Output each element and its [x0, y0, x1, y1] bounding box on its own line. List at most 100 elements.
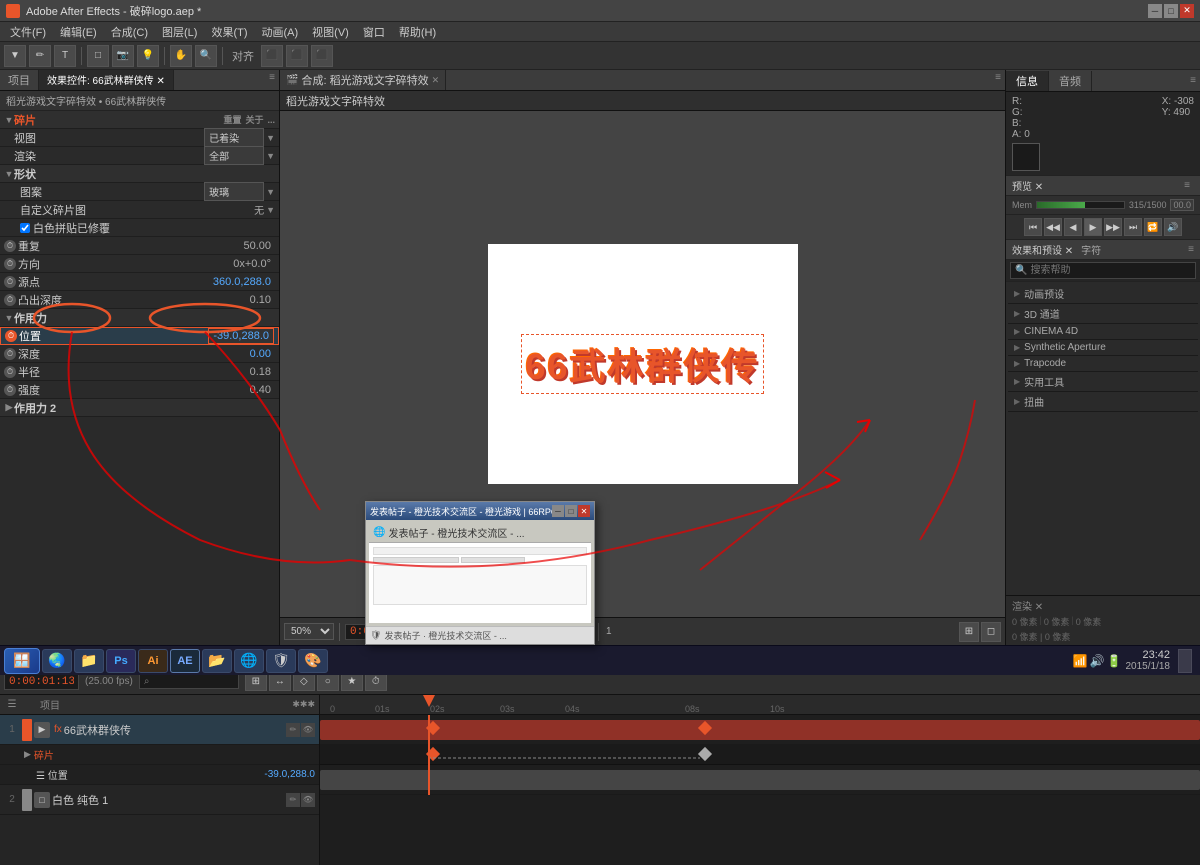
menu-anim[interactable]: 动画(A)	[256, 22, 305, 42]
prop-white-tile[interactable]: 白色拼贴已修覆	[0, 219, 279, 237]
prop-force2-header[interactable]: ▶ 作用力 2	[0, 399, 279, 417]
tab-effect-controls[interactable]: 效果控件: 66武林群侠传 ✕	[39, 70, 174, 90]
menu-comp[interactable]: 合成(C)	[105, 22, 154, 42]
tab-audio[interactable]: 音频	[1049, 71, 1092, 91]
prev-back-frame[interactable]: ◀◀	[1044, 218, 1062, 236]
tl-btn-4[interactable]: ○	[317, 673, 339, 691]
layer2-edit[interactable]: ✏	[286, 793, 300, 807]
menu-help[interactable]: 帮助(H)	[393, 22, 442, 42]
popup-close[interactable]: ✕	[578, 505, 590, 517]
info-menu[interactable]: ≡	[1186, 73, 1200, 88]
effect-cinema4d[interactable]: ▶ CINEMA 4D	[1008, 324, 1198, 340]
prev-last[interactable]: ⏭	[1124, 218, 1142, 236]
layer1-visible[interactable]: 👁	[301, 723, 315, 737]
prev-play[interactable]: ▶	[1084, 218, 1102, 236]
prop-strength[interactable]: ⏱ 强度 0.40	[0, 381, 279, 399]
layer-row-1[interactable]: 1 ▶ fx 66武林群侠传 ✏ 👁	[0, 715, 319, 745]
layer1-solo[interactable]: ✏	[286, 723, 300, 737]
tab-info[interactable]: 信息	[1006, 71, 1049, 91]
track-bar-2[interactable]	[320, 770, 1200, 790]
taskbar-explorer[interactable]: 📁	[74, 649, 104, 673]
show-desktop[interactable]	[1178, 649, 1192, 673]
effect-3d-channel[interactable]: ▶ 3D 通道	[1008, 304, 1198, 324]
effects-search-input[interactable]	[1027, 264, 1191, 277]
taskbar-folder[interactable]: 📂	[202, 649, 232, 673]
prev-forward[interactable]: ▶▶	[1104, 218, 1122, 236]
effect-utility[interactable]: ▶ 实用工具	[1008, 372, 1198, 392]
taskbar-360[interactable]: 🛡	[266, 649, 296, 673]
prop-direction[interactable]: ⏱ 方向 0x+0.0°	[0, 255, 279, 273]
tool-hand[interactable]: ✋	[170, 45, 192, 67]
prop-origin[interactable]: ⏱ 源点 360.0,288.0	[0, 273, 279, 291]
view-btn[interactable]: ⊞	[959, 622, 979, 642]
track-bar-1[interactable]	[320, 720, 1200, 740]
comp-panel-menu[interactable]: ≡	[991, 70, 1005, 90]
popup-min[interactable]: ─	[552, 505, 564, 517]
white-tile-checkbox[interactable]	[20, 223, 30, 233]
effect-anim-preset[interactable]: ▶ 动画预设	[1008, 284, 1198, 304]
stopwatch-depth[interactable]: ⏱	[4, 348, 16, 360]
comp-tab-close[interactable]: ✕	[432, 75, 440, 86]
layer2-visible[interactable]: 👁	[301, 793, 315, 807]
timeline-search[interactable]	[139, 674, 239, 689]
taskbar-network[interactable]: 🌐	[234, 649, 264, 673]
start-button[interactable]: 🪟	[4, 648, 40, 674]
effect-synthetic-aperture[interactable]: ▶ Synthetic Aperture	[1008, 340, 1198, 356]
prev-audio[interactable]: 🔊	[1164, 218, 1182, 236]
tl-btn-3[interactable]: ◇	[293, 673, 315, 691]
prev-loop[interactable]: 🔁	[1144, 218, 1162, 236]
align-left[interactable]: ⬛	[261, 45, 283, 67]
tool-text[interactable]: T	[54, 45, 76, 67]
stopwatch-radius[interactable]: ⏱	[4, 366, 16, 378]
prop-pattern[interactable]: 图案 玻璃 ▼	[0, 183, 279, 201]
align-center[interactable]: ⬛	[286, 45, 308, 67]
layer-row-2[interactable]: 2 □ 白色 纯色 1 ✏ 👁	[0, 785, 319, 815]
prop-position[interactable]: ⏱ 位置 -39.0,288.0	[0, 327, 279, 345]
prop-shape-header[interactable]: ▼ 形状	[0, 165, 279, 183]
popup-max[interactable]: □	[565, 505, 577, 517]
taskbar-paint[interactable]: 🎨	[298, 649, 328, 673]
tl-btn-2[interactable]: ↔	[269, 673, 291, 691]
prop-render[interactable]: 渲染 全部 ▼	[0, 147, 279, 165]
tl-btn-5[interactable]: ★	[341, 673, 363, 691]
stopwatch-position[interactable]: ⏱	[5, 330, 17, 342]
stopwatch-origin[interactable]: ⏱	[4, 276, 16, 288]
taskbar-ps[interactable]: Ps	[106, 649, 136, 673]
prev-back[interactable]: ◀	[1064, 218, 1082, 236]
tool-zoom[interactable]: 🔍	[195, 45, 217, 67]
prev-first[interactable]: ⏮	[1024, 218, 1042, 236]
close-button[interactable]: ✕	[1180, 4, 1194, 18]
prop-shard-header[interactable]: ▼ 碎片 重置 关于 ...	[0, 111, 279, 129]
prop-view[interactable]: 视图 已着染 ▼	[0, 129, 279, 147]
tool-rect[interactable]: □	[87, 45, 109, 67]
effects-menu[interactable]: ≡	[1188, 244, 1194, 255]
stopwatch-direction[interactable]: ⏱	[4, 258, 16, 270]
menu-view[interactable]: 视图(V)	[306, 22, 355, 42]
menu-file[interactable]: 文件(F)	[4, 22, 52, 42]
menu-window[interactable]: 窗口	[357, 22, 391, 42]
panel-menu[interactable]: ≡	[265, 70, 279, 90]
prop-radius[interactable]: ⏱ 半径 0.18	[0, 363, 279, 381]
stopwatch-extrude[interactable]: ⏱	[4, 294, 16, 306]
tool-select[interactable]: ▼	[4, 45, 26, 67]
taskbar-ae[interactable]: AE	[170, 649, 200, 673]
prop-depth[interactable]: ⏱ 深度 0.00	[0, 345, 279, 363]
prop-custom-shard[interactable]: 自定义碎片图 无 ▼	[0, 201, 279, 219]
comp-tab[interactable]: 🎬 合成: 稻光游戏文字碎特效 ✕	[280, 70, 446, 90]
stopwatch-repeat[interactable]: ⏱	[4, 240, 16, 252]
taskbar-ie[interactable]: 🌏	[42, 649, 72, 673]
tab-char[interactable]: 字符	[1081, 242, 1101, 257]
minimize-button[interactable]: ─	[1148, 4, 1162, 18]
tool-camera[interactable]: 📷	[112, 45, 134, 67]
tl-btn-6[interactable]: ⏱	[365, 673, 387, 691]
tool-pen[interactable]: ✏	[29, 45, 51, 67]
toggle-btn[interactable]: ◻	[981, 622, 1001, 642]
menu-layer[interactable]: 图层(L)	[156, 22, 203, 42]
menu-edit[interactable]: 编辑(E)	[54, 22, 103, 42]
maximize-button[interactable]: □	[1164, 4, 1178, 18]
effect-distort[interactable]: ▶ 扭曲	[1008, 392, 1198, 412]
tl-btn-1[interactable]: ⊞	[245, 673, 267, 691]
align-right[interactable]: ⬛	[311, 45, 333, 67]
taskbar-ai[interactable]: Ai	[138, 649, 168, 673]
stopwatch-strength[interactable]: ⏱	[4, 384, 16, 396]
